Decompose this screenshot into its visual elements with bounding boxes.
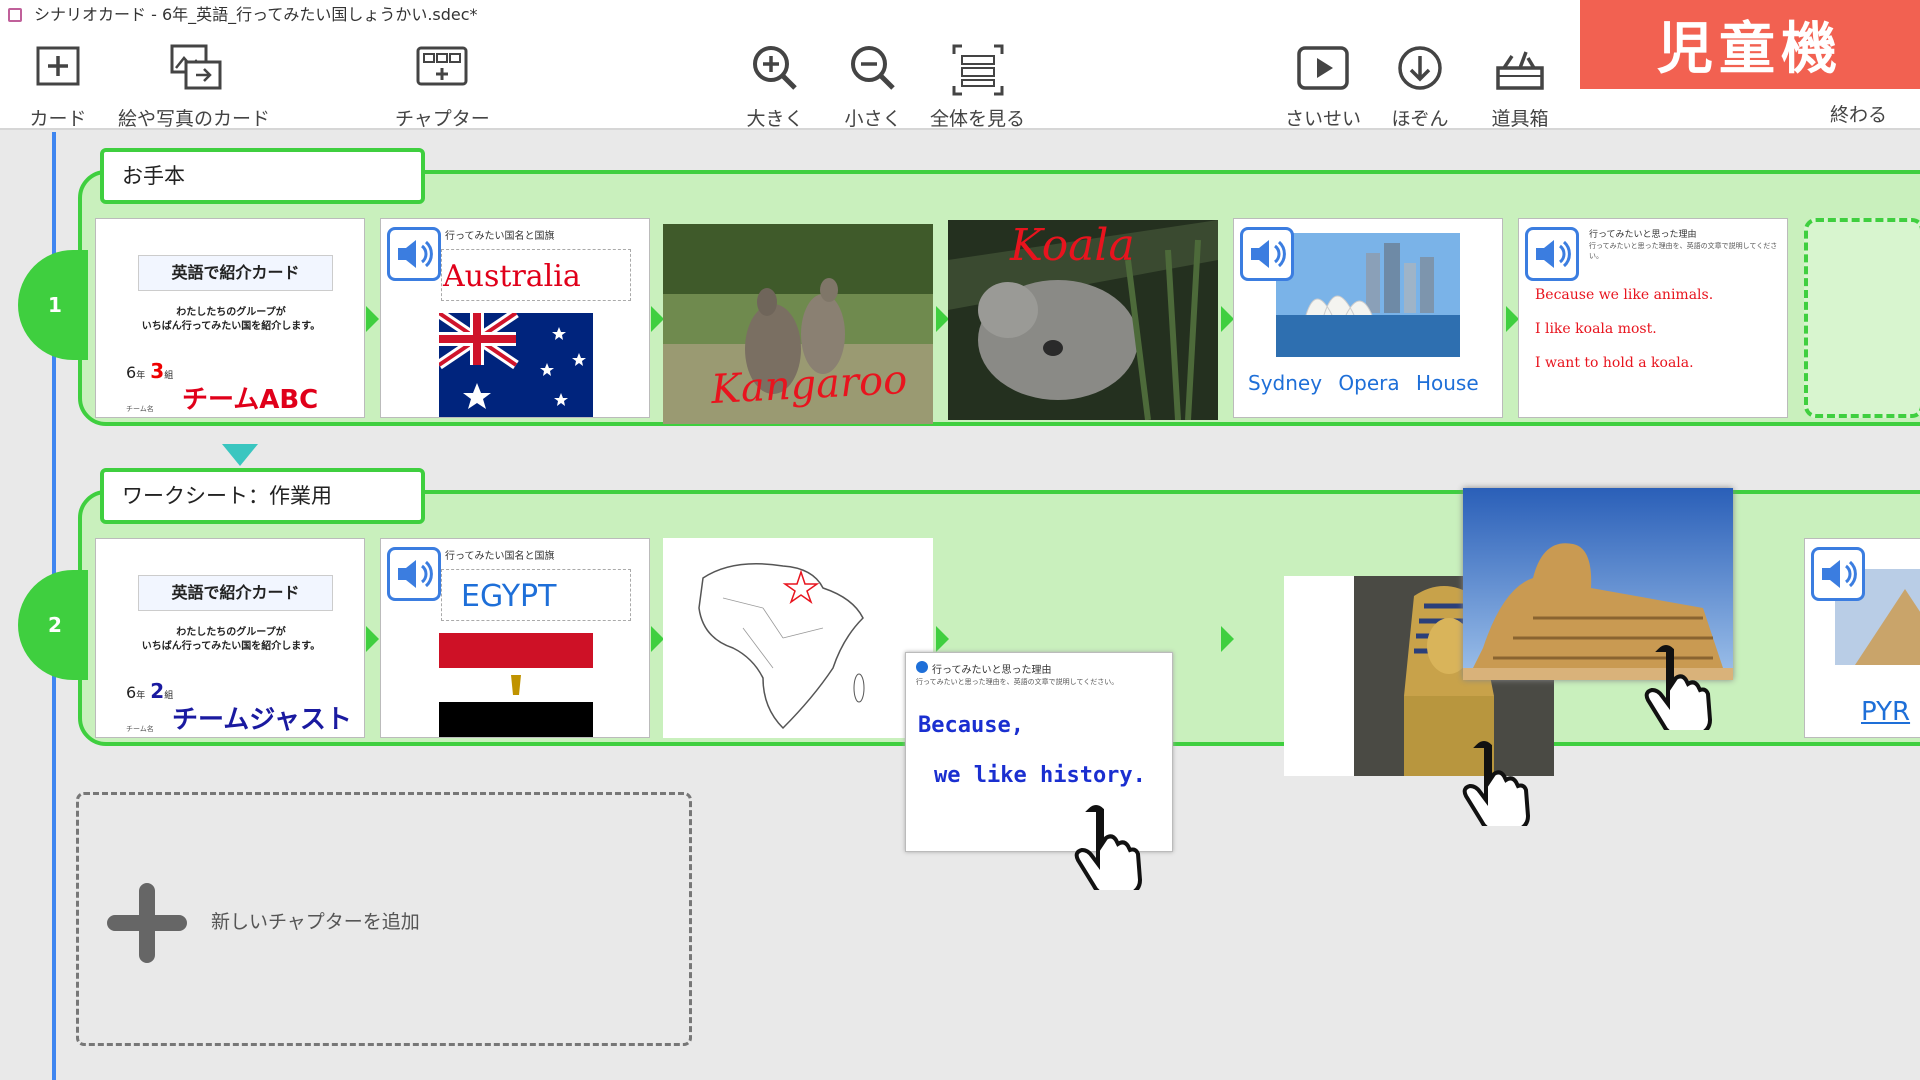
sound-icon[interactable]: [387, 547, 441, 601]
toolbox-icon: [1496, 51, 1544, 90]
reason-line-1: Because,: [918, 713, 1024, 738]
kangaroo-photo-card[interactable]: Kangaroo: [663, 224, 933, 424]
intro-grade-class: 6年 2組: [126, 679, 174, 703]
add-card-slot[interactable]: [1804, 218, 1920, 418]
egypt-flag-image: [439, 633, 593, 737]
zoom-in-label: 大きく: [746, 108, 804, 130]
play-icon: [1297, 46, 1349, 90]
play-button[interactable]: さいせい: [1285, 40, 1361, 131]
chapter-1-title[interactable]: お手本: [100, 148, 425, 204]
sound-icon[interactable]: [1525, 227, 1579, 281]
save-label: ほぞん: [1391, 108, 1449, 130]
zoom-in-button[interactable]: 大きく: [745, 40, 805, 131]
sound-icon[interactable]: [1240, 227, 1294, 281]
country-heading: 行ってみたい国名と国旗: [445, 231, 555, 242]
country-name: Australia: [443, 259, 581, 294]
pyramid-card[interactable]: PYR: [1804, 538, 1920, 738]
picture-card-icon: [170, 44, 222, 90]
add-new-chapter-area[interactable]: 新しいチャプターを追加: [76, 792, 692, 1046]
save-download-icon: [1398, 46, 1442, 90]
reason-subtext: 行ってみたいと思った理由を、英語の文章で説明してください。: [916, 678, 1119, 686]
toolbox-button[interactable]: 道具箱: [1490, 40, 1550, 131]
reason-subtext: 行ってみたいと思った理由を、英語の文章で説明してください。: [1589, 242, 1778, 260]
view-all-button[interactable]: 全体を見る: [930, 40, 1025, 131]
africa-map-image: [698, 562, 865, 730]
chapter-1-country-card[interactable]: 行ってみたい国名と国旗 Australia: [380, 218, 650, 418]
sydney-opera-house-photo: [1276, 233, 1460, 357]
add-card-button[interactable]: カード: [28, 40, 88, 131]
picture-card-button[interactable]: 絵や写真のカード: [118, 40, 270, 131]
add-chapter-label: チャプター: [395, 108, 490, 130]
window-titlebar: シナリオカード - 6年_英語_行ってみたい国しょうかい.sdec*: [0, 0, 1580, 30]
landmark-caption: Sydney Opera House: [1248, 371, 1479, 395]
chapter-1-number: 1: [18, 250, 88, 360]
country-heading: 行ってみたい国名と国旗: [445, 551, 555, 562]
australia-flag-image: [439, 313, 593, 417]
globe-icon: [916, 661, 928, 673]
intro-heading: 英語で紹介カード: [138, 255, 333, 291]
opera-house-card[interactable]: Sydney Opera House: [1233, 218, 1503, 418]
zoom-out-icon: [851, 46, 895, 90]
intro-team-name: チームABC: [182, 385, 319, 415]
touch-hand-icon: [1456, 736, 1536, 832]
chapter-2-number: 2: [18, 570, 88, 680]
reason-card[interactable]: 行ってみたいと思った理由 行ってみたいと思った理由を、英語の文章で説明してくださ…: [1518, 218, 1788, 418]
zoom-in-icon: [753, 46, 797, 90]
add-new-chapter-label: 新しいチャプターを追加: [211, 911, 420, 933]
chapter-2-intro-card[interactable]: 英語で紹介カード わたしたちのグループが いちばん行ってみたい国を紹介します。 …: [95, 538, 365, 738]
touch-hand-icon: [1068, 800, 1148, 896]
toolbox-label: 道具箱: [1491, 108, 1549, 130]
flow-arrow: [366, 306, 379, 332]
intro-heading: 英語で紹介カード: [138, 575, 333, 611]
intro-team-name: チームジャスト: [172, 705, 352, 735]
intro-team-label: チーム名: [126, 405, 154, 413]
plus-icon: [107, 883, 187, 963]
play-label: さいせい: [1285, 108, 1362, 130]
scenario-workspace: 1 お手本 英語で紹介カード わたしたちのグループが いちばん行ってみたい国を紹…: [0, 132, 1920, 1080]
reason-heading: 行ってみたいと思った理由: [1589, 230, 1697, 240]
chapter-1-intro-card[interactable]: 英語で紹介カード わたしたちのグループが いちばん行ってみたい国を紹介します。 …: [95, 218, 365, 418]
africa-map-card[interactable]: [663, 538, 933, 738]
chapter-connector-arrow: [222, 444, 258, 466]
app-icon: [8, 8, 22, 22]
student-mode-badge: 児童機: [1580, 0, 1920, 89]
add-chapter-button[interactable]: チャプター: [395, 40, 490, 131]
koala-caption: Koala: [1010, 220, 1135, 271]
intro-line-1: わたしたちのグループが: [176, 307, 286, 318]
intro-team-label: チーム名: [126, 725, 154, 733]
view-all-label: 全体を見る: [930, 108, 1026, 130]
reason-heading: 行ってみたいと思った理由: [932, 665, 1052, 676]
reason-line-2: I like koala most.: [1535, 321, 1657, 337]
chapter-2-country-card[interactable]: 行ってみたい国名と国旗 EGYPT: [380, 538, 650, 738]
zoom-out-label: 小さく: [844, 108, 902, 130]
exit-button[interactable]: 終わる: [1830, 100, 1887, 127]
add-card-icon: [36, 46, 80, 86]
window-title: シナリオカード - 6年_英語_行ってみたい国しょうかい.sdec*: [34, 5, 478, 24]
add-card-label: カード: [29, 108, 87, 130]
intro-line-2: いちばん行ってみたい国を紹介します。: [141, 641, 321, 652]
pyramid-caption: PYR: [1861, 697, 1911, 727]
intro-grade-class: 6年 3組: [126, 359, 174, 383]
reason-line-1: Because we like animals.: [1535, 287, 1714, 303]
touch-hand-icon: [1638, 640, 1718, 736]
reason-line-3: I want to hold a koala.: [1535, 355, 1694, 371]
koala-photo-card[interactable]: Koala: [948, 220, 1218, 420]
save-button[interactable]: ほぞん: [1390, 40, 1450, 131]
country-name: EGYPT: [461, 579, 557, 614]
flow-arrow: [936, 626, 949, 652]
add-chapter-icon: [416, 46, 468, 86]
zoom-out-button[interactable]: 小さく: [843, 40, 903, 131]
view-all-icon: [952, 44, 1003, 96]
flow-arrow: [366, 626, 379, 652]
intro-line-2: いちばん行ってみたい国を紹介します。: [141, 321, 321, 332]
picture-card-label: 絵や写真のカード: [118, 108, 271, 130]
flow-arrow: [1221, 626, 1234, 652]
sound-icon[interactable]: [387, 227, 441, 281]
reason-line-2: we like history.: [934, 763, 1146, 788]
intro-line-1: わたしたちのグループが: [176, 627, 286, 638]
sound-icon[interactable]: [1811, 547, 1865, 601]
chapter-2-title[interactable]: ワークシート：作業用: [100, 468, 425, 524]
